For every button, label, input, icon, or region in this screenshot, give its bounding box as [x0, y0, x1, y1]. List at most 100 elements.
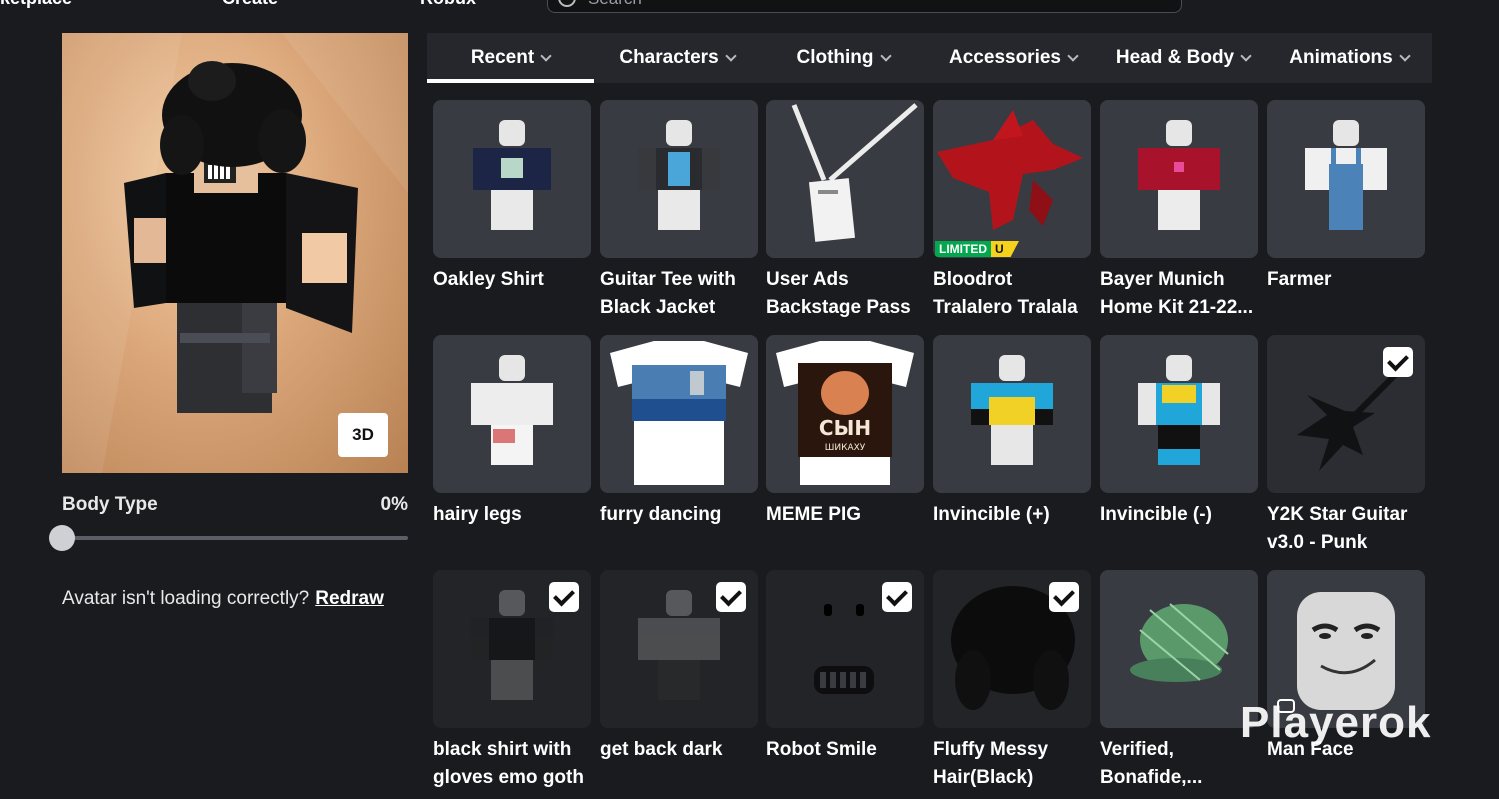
- equipped-check-icon[interactable]: [549, 582, 579, 612]
- item-name[interactable]: Bayer Munich Home Kit 21-22...: [1100, 266, 1260, 322]
- avatar-loading-text: Avatar isn't loading correctly?: [62, 588, 310, 609]
- tab-label: Head & Body: [1115, 47, 1235, 68]
- item-card[interactable]: User Ads Backstage Pass: [766, 100, 924, 322]
- item-thumbnail[interactable]: [1267, 100, 1425, 258]
- item-name[interactable]: Guitar Tee with Black Jacket: [600, 266, 760, 322]
- tshirt-print-subtext: ШИКАХУ: [825, 443, 866, 453]
- item-card[interactable]: СЫН ШИКАХУ MEME PIG: [766, 335, 924, 529]
- tab-accessories[interactable]: Accessories: [926, 33, 1100, 83]
- body-type-slider-handle[interactable]: [49, 525, 75, 551]
- body-type-label: Body Type: [62, 494, 158, 515]
- item-thumbnail[interactable]: СЫН ШИКАХУ: [766, 335, 924, 493]
- item-card[interactable]: furry dancing: [600, 335, 758, 529]
- item-card[interactable]: black shirt with gloves emo goth: [433, 570, 591, 792]
- item-name[interactable]: Fluffy Messy Hair(Black): [933, 736, 1093, 792]
- item-thumbnail[interactable]: [933, 570, 1091, 728]
- body-type-value: 0%: [380, 494, 408, 515]
- item-thumbnail[interactable]: [433, 335, 591, 493]
- item-card[interactable]: get back dark: [600, 570, 758, 764]
- item-name[interactable]: Oakley Shirt: [433, 266, 593, 294]
- item-card[interactable]: Invincible (+): [933, 335, 1091, 529]
- limited-u-label: U: [991, 241, 1019, 257]
- tab-clothing[interactable]: Clothing: [760, 33, 926, 83]
- item-thumbnail[interactable]: [933, 335, 1091, 493]
- avatar-preview[interactable]: 3D: [62, 33, 408, 473]
- nav-marketplace[interactable]: ketplace: [0, 0, 72, 9]
- tab-label: Characters: [619, 47, 719, 68]
- item-card[interactable]: Invincible (-): [1100, 335, 1258, 529]
- tab-label: Animations: [1289, 47, 1393, 68]
- item-thumbnail[interactable]: [600, 570, 758, 728]
- item-thumbnail[interactable]: [600, 335, 758, 493]
- tshirt-icon: [610, 341, 748, 485]
- equipped-check-icon[interactable]: [1049, 582, 1079, 612]
- item-card[interactable]: Farmer: [1267, 100, 1425, 294]
- redraw-link[interactable]: Redraw: [315, 588, 384, 609]
- search-input[interactable]: Search: [547, 0, 1182, 13]
- overalls-icon: [1305, 120, 1387, 230]
- chevron-down-icon: [724, 50, 737, 62]
- tshirt-icon: СЫН ШИКАХУ: [776, 341, 914, 485]
- chevron-down-icon: [1067, 50, 1079, 62]
- item-card[interactable]: Y2K Star Guitar v3.0 - Punk: [1267, 335, 1425, 557]
- invincible-suit-icon: [971, 355, 1053, 465]
- chevron-down-icon: [879, 50, 892, 62]
- item-name[interactable]: get back dark: [600, 736, 760, 764]
- item-name[interactable]: Robot Smile: [766, 736, 926, 764]
- body-type-slider[interactable]: [62, 536, 408, 540]
- watermark: Playerok: [1240, 698, 1432, 747]
- limited-badge: LIMITED U: [935, 241, 1019, 257]
- item-name[interactable]: Invincible (-): [1100, 501, 1260, 529]
- item-name[interactable]: Verified, Bonafide,...: [1100, 736, 1260, 792]
- item-thumbnail[interactable]: [1100, 335, 1258, 493]
- pants-icon: [471, 355, 553, 465]
- item-name[interactable]: Invincible (+): [933, 501, 1093, 529]
- search-placeholder: Search: [588, 0, 642, 9]
- nav-create[interactable]: Create: [222, 0, 278, 9]
- tab-characters[interactable]: Characters: [594, 33, 760, 83]
- item-name[interactable]: furry dancing: [600, 501, 760, 529]
- football-kit-icon: [1138, 120, 1220, 230]
- item-card[interactable]: Oakley Shirt: [433, 100, 591, 294]
- item-name[interactable]: Farmer: [1267, 266, 1427, 294]
- tab-label: Accessories: [949, 47, 1061, 68]
- item-thumbnail[interactable]: [600, 100, 758, 258]
- item-thumbnail[interactable]: [766, 100, 924, 258]
- cap-icon: [1130, 603, 1229, 682]
- item-thumbnail[interactable]: [433, 570, 591, 728]
- item-name[interactable]: Bloodrot Tralalero Tralala: [933, 266, 1093, 322]
- tab-animations[interactable]: Animations: [1266, 33, 1432, 83]
- equipped-check-icon[interactable]: [1383, 347, 1413, 377]
- nav-robux[interactable]: Robux: [420, 0, 476, 9]
- item-card[interactable]: Robot Smile: [766, 570, 924, 764]
- item-name[interactable]: User Ads Backstage Pass: [766, 266, 926, 322]
- item-name[interactable]: MEME PIG: [766, 501, 926, 529]
- tab-label: Clothing: [796, 47, 874, 68]
- item-thumbnail[interactable]: [766, 570, 924, 728]
- item-thumbnail[interactable]: [433, 100, 591, 258]
- item-card[interactable]: Fluffy Messy Hair(Black): [933, 570, 1091, 792]
- item-thumbnail[interactable]: LIMITED U: [933, 100, 1091, 258]
- item-thumbnail[interactable]: [1100, 100, 1258, 258]
- search-icon: [558, 0, 576, 7]
- item-thumbnail[interactable]: [1267, 335, 1425, 493]
- chevron-down-icon: [1399, 50, 1411, 62]
- item-card[interactable]: Verified, Bonafide,...: [1100, 570, 1258, 792]
- equipped-check-icon[interactable]: [716, 582, 746, 612]
- view-3d-button[interactable]: 3D: [338, 413, 388, 457]
- tab-recent[interactable]: Recent: [427, 33, 594, 83]
- item-card[interactable]: LIMITED U Bloodrot Tralalero Tralala: [933, 100, 1091, 322]
- equipped-check-icon[interactable]: [882, 582, 912, 612]
- item-card[interactable]: hairy legs: [433, 335, 591, 529]
- item-name[interactable]: Y2K Star Guitar v3.0 - Punk: [1267, 501, 1427, 557]
- avatar-loading-notice: Avatar isn't loading correctly? Redraw: [62, 588, 384, 610]
- avatar-figure: [62, 33, 408, 473]
- item-name[interactable]: black shirt with gloves emo goth: [433, 736, 593, 792]
- item-card[interactable]: Guitar Tee with Black Jacket: [600, 100, 758, 322]
- tshirt-print-text: СЫН: [819, 416, 871, 440]
- item-name[interactable]: hairy legs: [433, 501, 593, 529]
- tab-label: Recent: [470, 47, 535, 68]
- item-card[interactable]: Bayer Munich Home Kit 21-22...: [1100, 100, 1258, 322]
- tab-head-body[interactable]: Head & Body: [1100, 33, 1266, 83]
- item-thumbnail[interactable]: [1100, 570, 1258, 728]
